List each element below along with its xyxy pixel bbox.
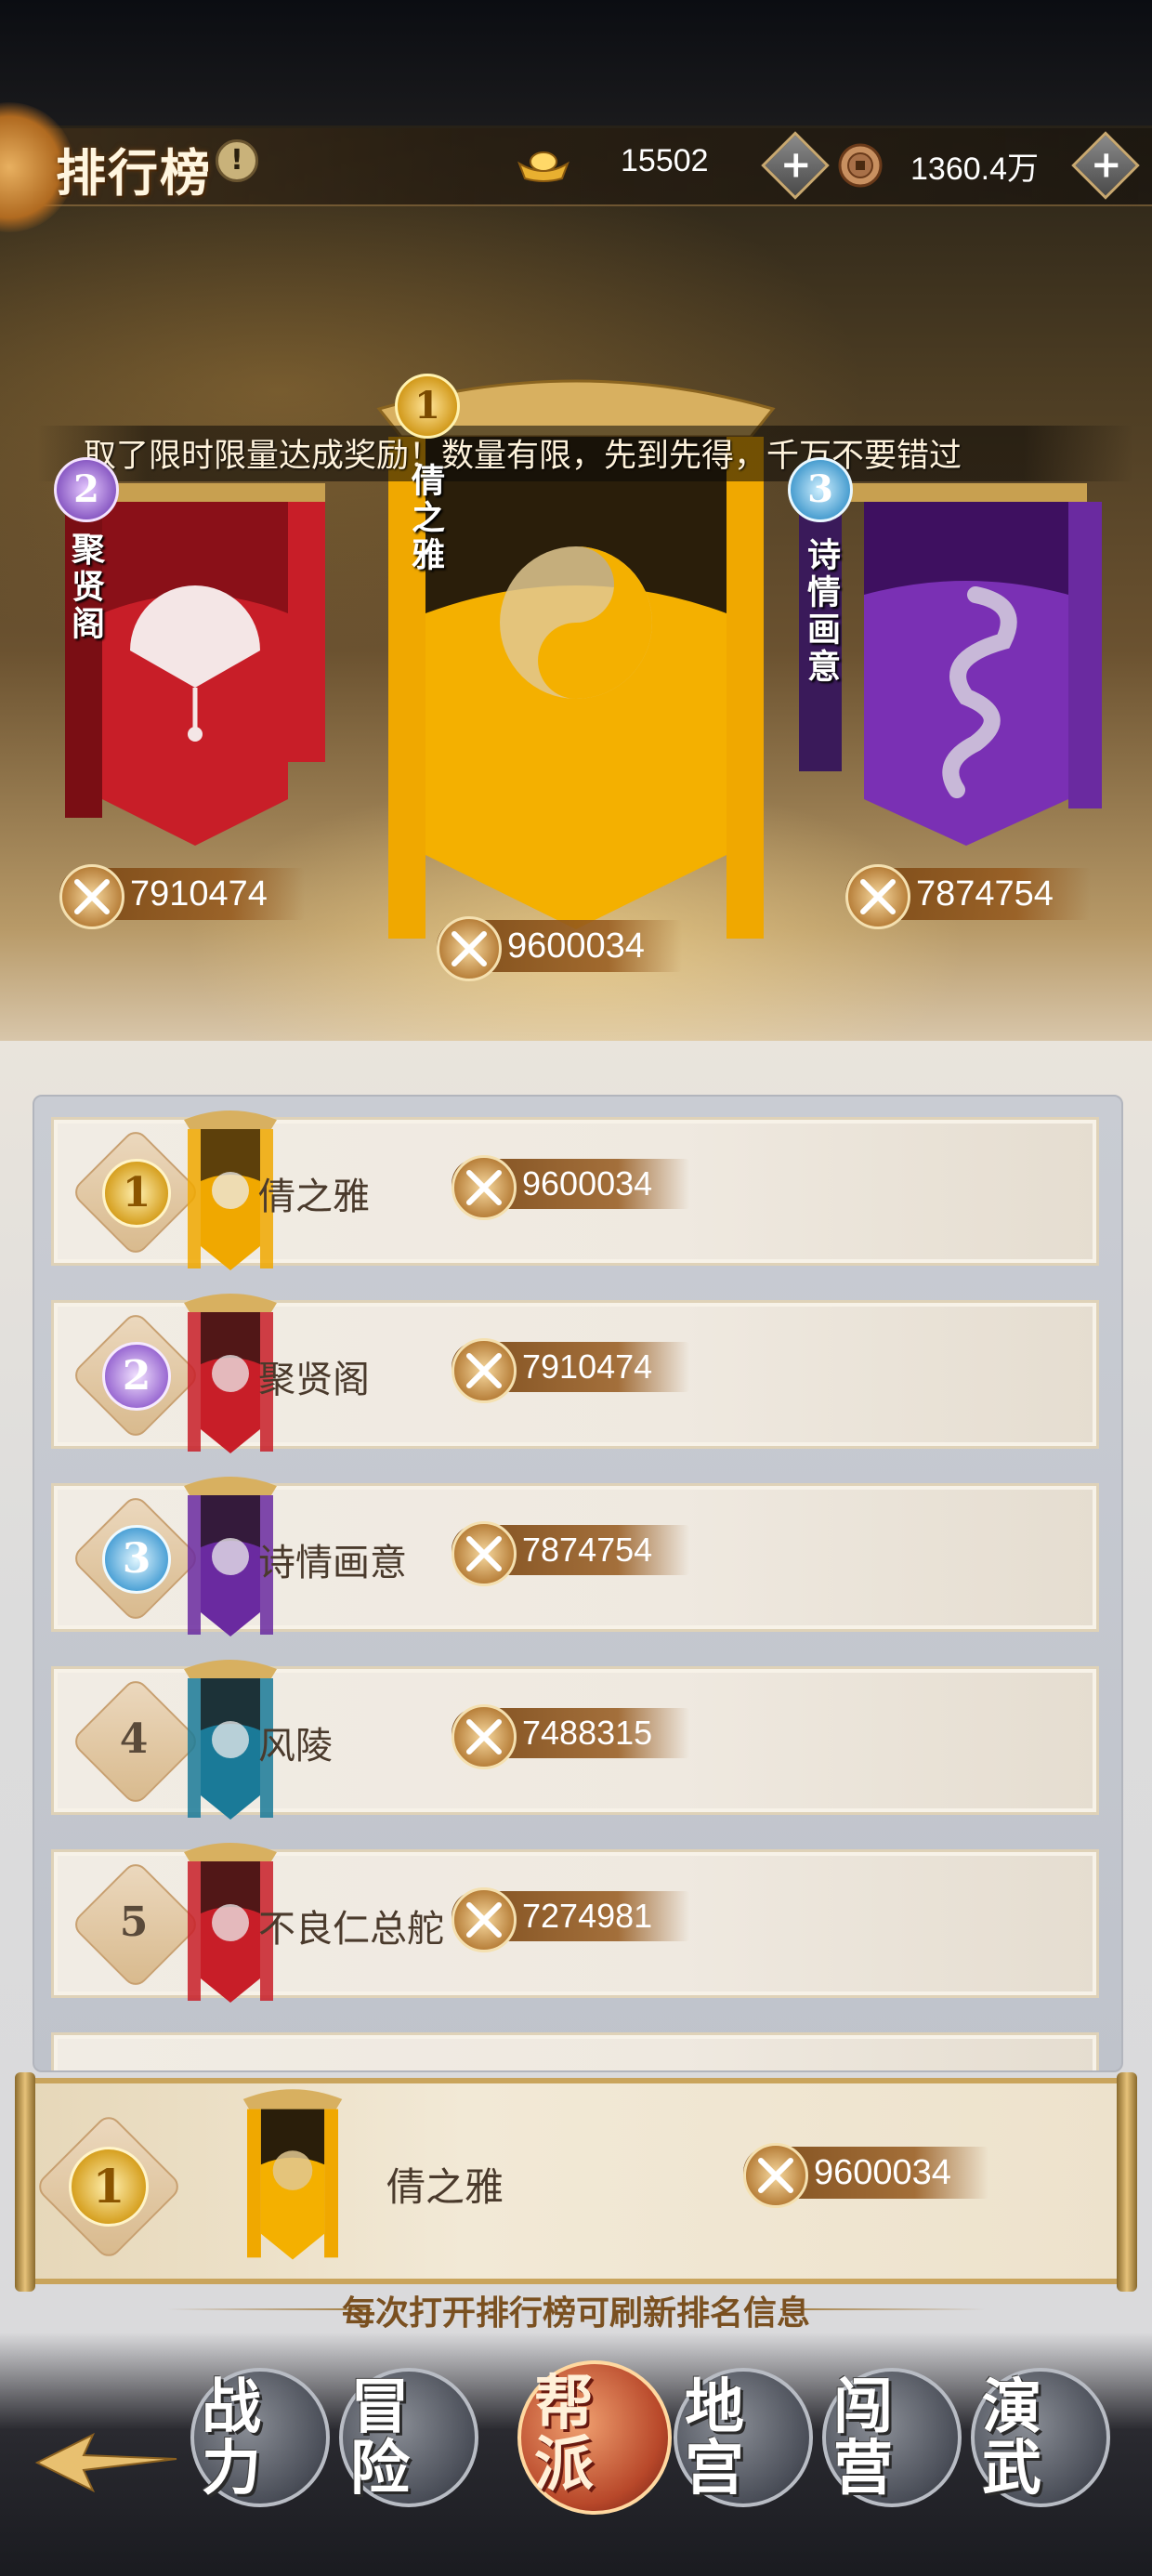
page-title: 排行榜 bbox=[56, 143, 212, 203]
guild-name: 不良仁总舵 bbox=[258, 1908, 444, 1951]
podium-name-2: 聚贤阁 bbox=[66, 532, 105, 643]
fan-emblem-icon bbox=[212, 1355, 249, 1392]
scroll-rod-left bbox=[15, 2072, 35, 2292]
guild-power-value: 7874754 bbox=[522, 1531, 653, 1569]
crossed-swords-icon bbox=[452, 1704, 517, 1769]
tab-label: 冒险 bbox=[350, 2372, 410, 2504]
ranking-list[interactable]: 1 倩之雅 9600034 2 聚贤阁 7910474 3 诗情画意 78747… bbox=[33, 1095, 1123, 2072]
tab-label: 演武 bbox=[982, 2372, 1041, 2504]
tab-label: 帮派 bbox=[534, 2369, 594, 2500]
guild-power-value: 7910474 bbox=[522, 1347, 653, 1386]
table-row[interactable] bbox=[51, 2032, 1099, 2070]
tab-label: 地宫 bbox=[685, 2372, 744, 2504]
podium-power-value: 7874754 bbox=[916, 874, 1054, 913]
rank-number: 1 bbox=[102, 1159, 171, 1228]
taiji-emblem-icon bbox=[212, 1172, 249, 1209]
plus-icon: + bbox=[1090, 143, 1122, 187]
self-rank-medal: 1 bbox=[69, 2147, 149, 2227]
crossed-swords-icon bbox=[452, 1338, 517, 1403]
guild-name: 倩之雅 bbox=[258, 1176, 370, 1218]
guild-name: 聚贤阁 bbox=[258, 1359, 370, 1401]
self-guild-name: 倩之雅 bbox=[386, 2164, 504, 2210]
coin-value: 1360.4万 bbox=[910, 151, 1039, 187]
self-power-value: 9600034 bbox=[814, 2153, 951, 2192]
dragon-emblem-icon bbox=[212, 1538, 249, 1575]
self-guild-banner bbox=[242, 2089, 343, 2260]
podium-power-1: 9600034 bbox=[437, 916, 682, 981]
rank-medal-2: 2 bbox=[54, 457, 119, 522]
podium-power-value: 9600034 bbox=[507, 927, 645, 966]
guild-name: 诗情画意 bbox=[258, 1542, 407, 1584]
tab-3[interactable]: 帮派 bbox=[517, 2360, 672, 2515]
status-strip bbox=[0, 0, 1152, 125]
guild-power-value: 7274981 bbox=[522, 1897, 653, 1935]
fan-emblem-icon bbox=[212, 1904, 249, 1941]
guild-power: 7488315 bbox=[452, 1704, 690, 1769]
podium-name-3: 诗情画意 bbox=[802, 537, 841, 686]
rank-number: 4 bbox=[119, 1715, 149, 1763]
crossed-swords-icon bbox=[59, 864, 124, 929]
copper-coin-icon bbox=[838, 143, 883, 188]
table-row[interactable]: 5 不良仁总舵 7274981 bbox=[51, 1843, 1099, 2003]
table-row[interactable]: 3 诗情画意 7874754 bbox=[51, 1477, 1099, 1636]
crossed-swords-icon bbox=[452, 1155, 517, 1220]
crossed-swords-icon bbox=[452, 1521, 517, 1586]
crossed-swords-icon bbox=[845, 864, 910, 929]
podium-banner-2[interactable] bbox=[56, 465, 334, 864]
tab-label: 战力 bbox=[202, 2372, 261, 2504]
crossed-swords-icon bbox=[437, 916, 502, 981]
guild-name: 风陵 bbox=[258, 1725, 333, 1768]
mask-emblem-icon bbox=[212, 1721, 249, 1758]
self-power: 9600034 bbox=[743, 2143, 988, 2208]
guild-power: 7874754 bbox=[452, 1521, 690, 1586]
tab-2[interactable]: 冒险 bbox=[339, 2368, 478, 2507]
crossed-swords-icon bbox=[452, 1887, 517, 1952]
scroll-rod-right bbox=[1117, 2072, 1137, 2292]
podium-power-2: 7910474 bbox=[59, 864, 305, 929]
gold-ingot-icon bbox=[517, 151, 569, 182]
guild-power-value: 9600034 bbox=[522, 1164, 653, 1203]
podium-power-value: 7910474 bbox=[130, 874, 268, 913]
refresh-hint: 每次打开排行榜可刷新排名信息 bbox=[341, 2293, 810, 2333]
tab-4[interactable]: 地宫 bbox=[674, 2368, 813, 2507]
info-icon[interactable]: ! bbox=[216, 139, 258, 182]
guild-power: 7274981 bbox=[452, 1887, 690, 1952]
guild-power-value: 7488315 bbox=[522, 1714, 653, 1752]
taiji-emblem-icon bbox=[500, 546, 652, 699]
guild-power: 9600034 bbox=[452, 1155, 690, 1220]
tab-6[interactable]: 演武 bbox=[971, 2368, 1110, 2507]
rank-number: 5 bbox=[119, 1899, 149, 1946]
taiji-emblem-icon bbox=[272, 2150, 313, 2190]
tab-1[interactable]: 战力 bbox=[190, 2368, 330, 2507]
tab-5[interactable]: 闯营 bbox=[822, 2368, 962, 2507]
plus-icon: + bbox=[779, 143, 812, 187]
rank-medal-3: 3 bbox=[788, 457, 853, 522]
podium-power-3: 7874754 bbox=[845, 864, 1091, 929]
rank-medal-1: 1 bbox=[395, 374, 460, 439]
rank-number: 2 bbox=[102, 1342, 171, 1411]
gold-value: 15502 bbox=[621, 143, 709, 178]
guild-power: 7910474 bbox=[452, 1338, 690, 1403]
table-row[interactable]: 1 倩之雅 9600034 bbox=[51, 1111, 1099, 1270]
crossed-swords-icon bbox=[743, 2143, 808, 2208]
back-arrow-icon[interactable] bbox=[28, 2425, 186, 2500]
table-row[interactable]: 2 聚贤阁 7910474 bbox=[51, 1294, 1099, 1453]
tab-label: 闯营 bbox=[833, 2372, 893, 2504]
table-row[interactable]: 4 风陵 7488315 bbox=[51, 1660, 1099, 1820]
podium-name-1: 倩之雅 bbox=[406, 463, 445, 574]
rank-number: 3 bbox=[102, 1525, 171, 1594]
